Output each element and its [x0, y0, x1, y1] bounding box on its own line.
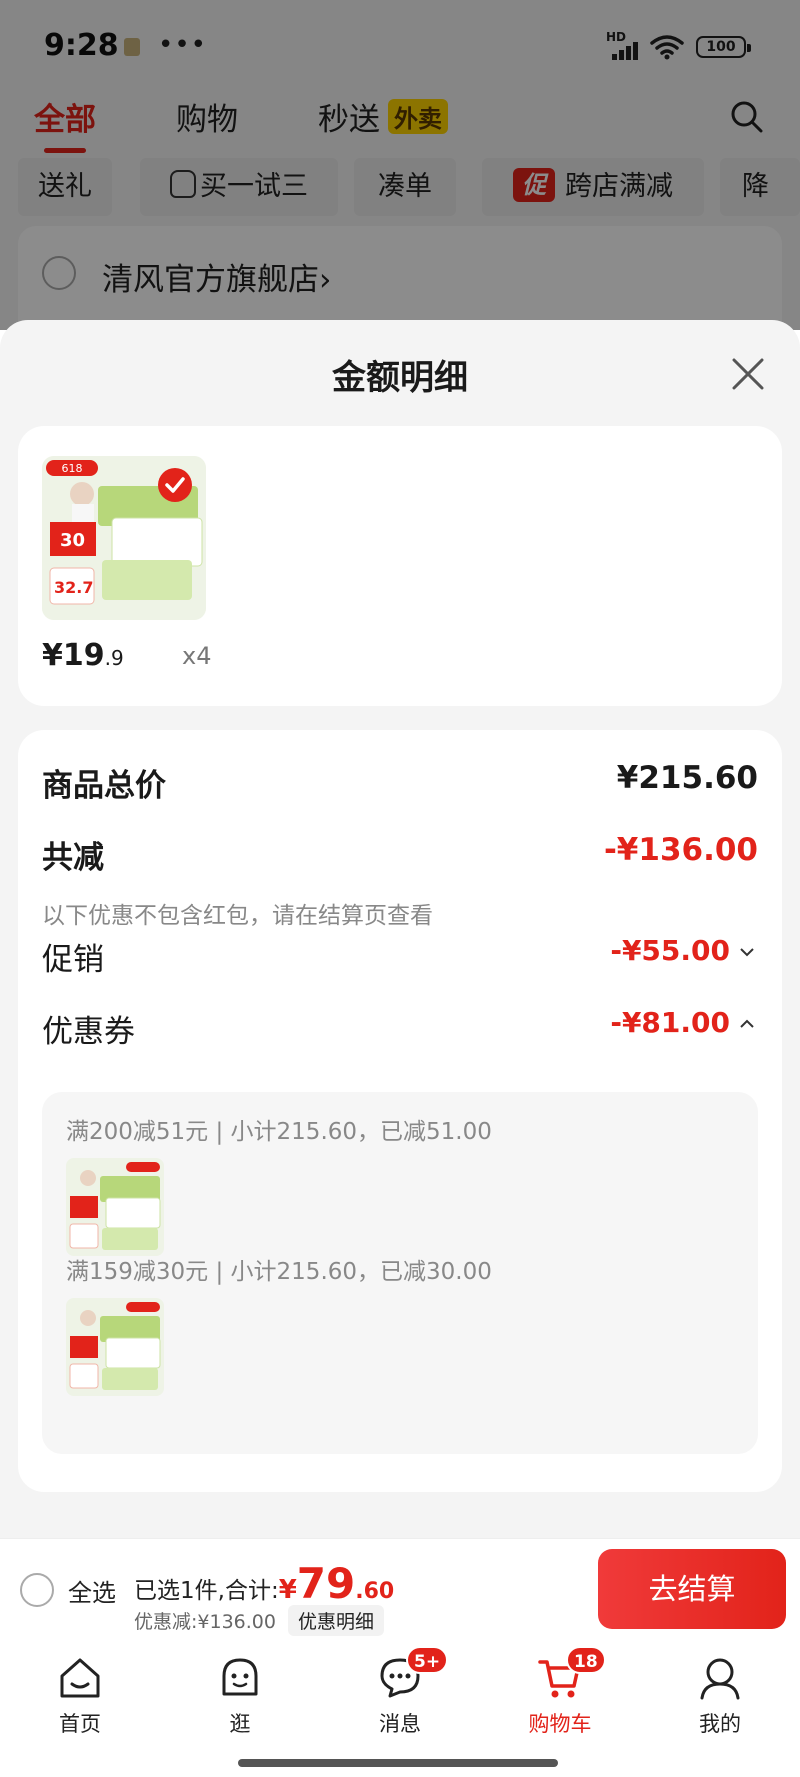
total-label: 商品总价 [42, 768, 166, 804]
amount-int: 79 [296, 1559, 356, 1608]
coupon-product-image [66, 1298, 164, 1396]
coupon-line: 满200减51元 | 小计215.60，已减51.00 [66, 1119, 492, 1145]
nav-browse[interactable]: 逛 [190, 1654, 290, 1738]
coupon-product-image [66, 1158, 164, 1256]
total-value: ¥215.60 [616, 760, 758, 796]
nav-cart-label: 购物车 [528, 1712, 592, 1736]
discount-detail-button[interactable]: 优惠明细 [287, 1605, 384, 1636]
promo-label: 促销 [42, 942, 104, 978]
checkout-button[interactable]: 去结算 [598, 1549, 786, 1629]
nav-browse-label: 逛 [229, 1712, 251, 1736]
nav-home[interactable]: 首页 [30, 1654, 130, 1738]
nav-home-label: 首页 [59, 1712, 101, 1736]
selected-check-icon [158, 468, 192, 502]
coupon-product-art [66, 1298, 164, 1396]
coupon-line: 满159减30元 | 小计215.60，已减30.00 [66, 1259, 492, 1285]
unit-price-decimal: .9 [104, 646, 124, 670]
sum-line: 已选1件,合计:¥79.60 [134, 1559, 394, 1608]
coupon-product-art [66, 1158, 164, 1256]
nav-messages[interactable]: 5+ 消息 [350, 1646, 450, 1738]
nav-cart[interactable]: 18 购物车 [510, 1646, 610, 1738]
amount-dec: .60 [355, 1579, 395, 1604]
dim-overlay[interactable] [0, 0, 800, 330]
home-indicator[interactable] [238, 1759, 558, 1767]
promo-price-label: 32.7 [54, 578, 93, 597]
coupon-label: 优惠券 [42, 1014, 135, 1050]
checkout-bar: 全选 已选1件,合计:¥79.60 优惠减:¥136.00 优惠明细 去结算 [0, 1538, 800, 1642]
svg-text:30: 30 [60, 530, 85, 551]
unit-price: ¥19.9 [42, 638, 124, 673]
home-icon [60, 1658, 100, 1698]
profile-icon [700, 1658, 740, 1700]
cart-icon-wrap: 18 [536, 1646, 606, 1702]
nav-profile-label: 我的 [699, 1712, 741, 1736]
reduce-label: 共减 [42, 840, 104, 876]
close-icon[interactable] [728, 354, 768, 394]
chevron-down-icon [740, 948, 754, 957]
reduce-value: -¥136.00 [603, 832, 758, 868]
promo-value: -¥55.00 [610, 934, 730, 967]
product-card: 618 30 32.7 ¥19.9 x4 [18, 426, 782, 706]
message-badge: 5+ [406, 1646, 449, 1674]
unit-price-main: ¥19 [42, 638, 105, 673]
chevron-up-icon [740, 1019, 754, 1028]
amount-yen: ¥ [278, 1575, 297, 1605]
product-image[interactable]: 618 30 32.7 [42, 456, 206, 620]
amount-breakdown-card: 商品总价 ¥215.60 共减 -¥136.00 以下优惠不包含红包，请在结算页… [18, 730, 782, 1492]
coupon-value: -¥81.00 [610, 1006, 730, 1039]
selected-text: 已选1件,合计: [134, 1578, 279, 1604]
promo-tag-618: 618 [62, 462, 83, 475]
amount-detail-sheet: 金额明细 618 30 32.7 ¥19.9 x4 商品总价 ¥215.60 共… [0, 320, 800, 1538]
browse-icon [222, 1658, 258, 1696]
discount-text: 优惠减:¥136.00 [134, 1611, 276, 1633]
cart-badge: 18 [566, 1646, 606, 1674]
coupon-row[interactable]: -¥81.00 [610, 1006, 758, 1039]
select-all-label[interactable]: 全选 [68, 1573, 116, 1608]
coupon-details: 满200减51元 | 小计215.60，已减51.00 满159减30元 | 小… [42, 1092, 758, 1454]
promo-row[interactable]: -¥55.00 [610, 934, 758, 967]
nav-profile[interactable]: 我的 [670, 1654, 770, 1738]
message-icon-wrap: 5+ [376, 1646, 449, 1702]
bottom-nav: 首页 逛 5+ 消息 18 购物车 我的 [0, 1642, 800, 1777]
select-all-radio[interactable] [20, 1573, 54, 1607]
quantity: x4 [182, 642, 212, 670]
reduce-note: 以下优惠不包含红包，请在结算页查看 [42, 903, 433, 929]
sheet-title: 金额明细 [332, 358, 468, 398]
nav-messages-label: 消息 [379, 1712, 421, 1736]
discount-line: 优惠减:¥136.00 优惠明细 [134, 1605, 384, 1636]
total-amount: ¥79.60 [278, 1559, 395, 1608]
